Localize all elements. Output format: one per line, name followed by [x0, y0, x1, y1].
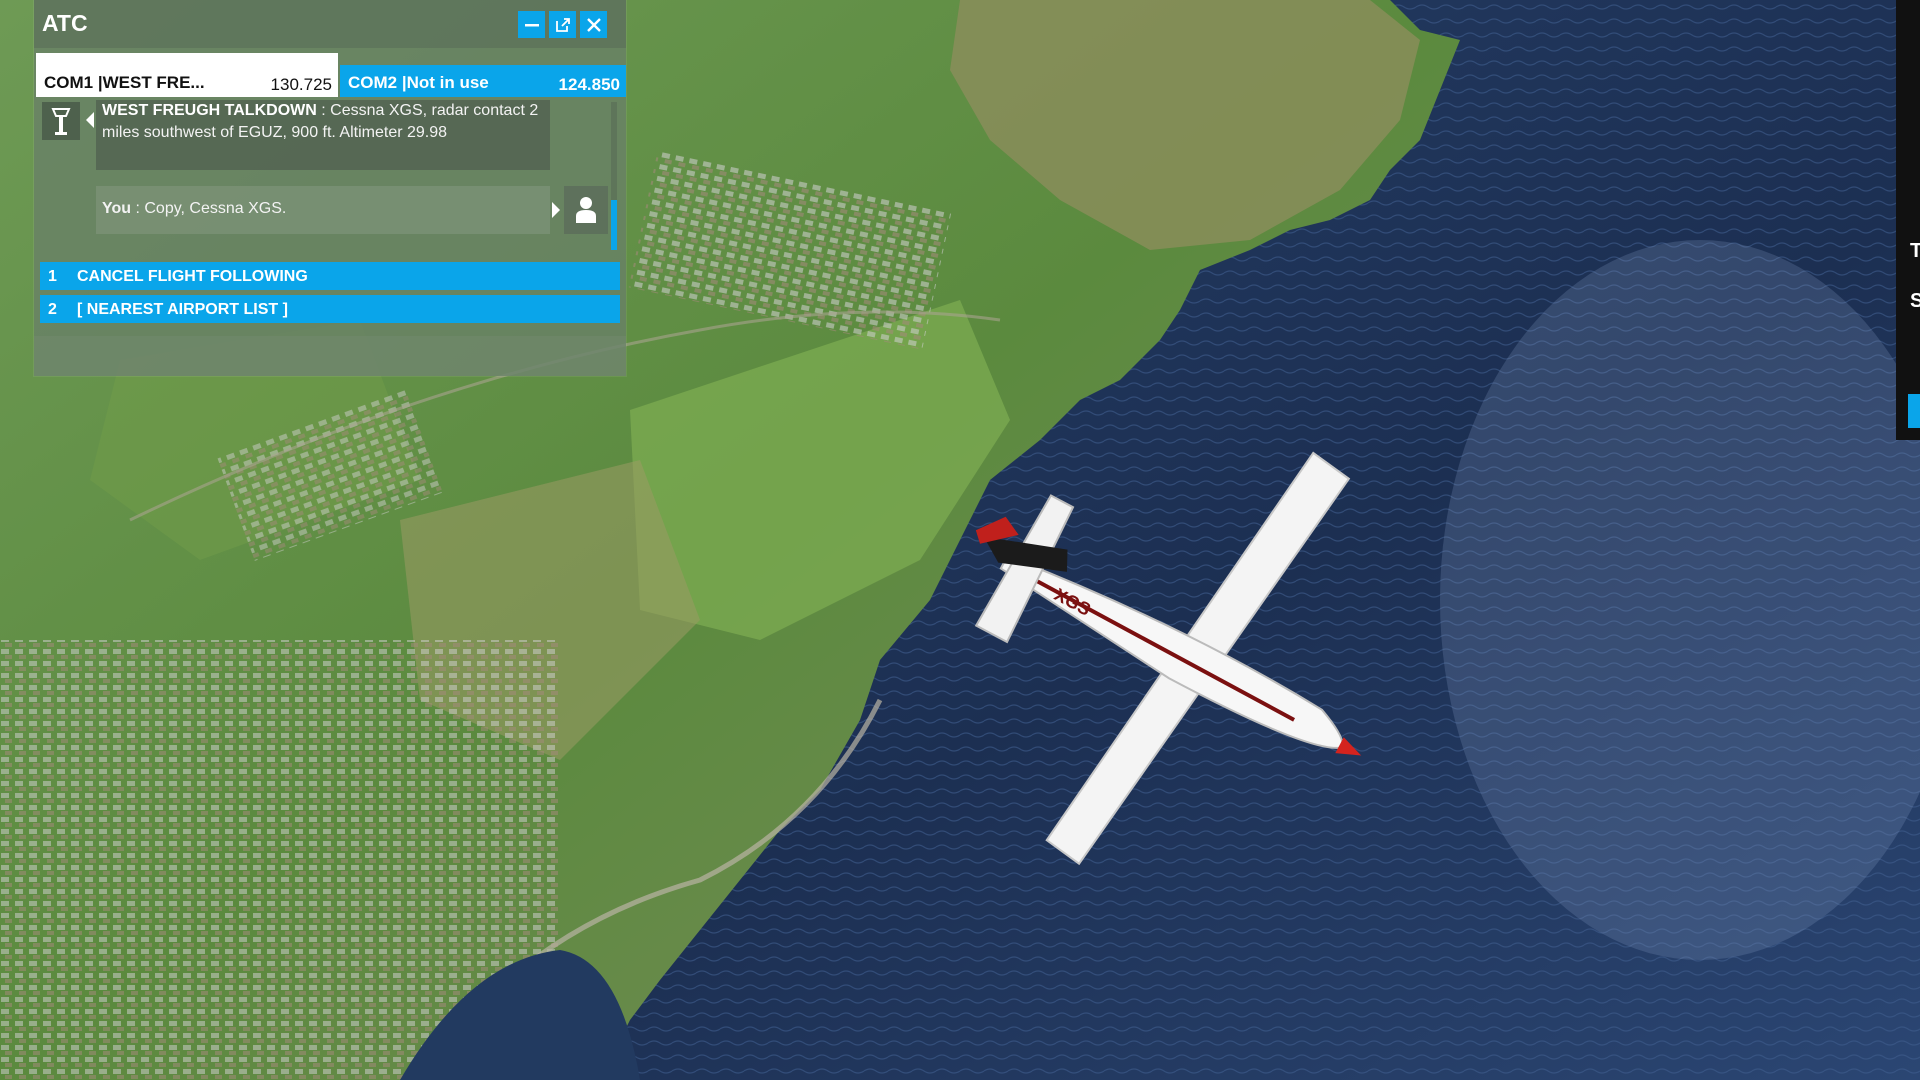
minimize-button[interactable] [518, 11, 545, 38]
tab-com2-frequency: 124.850 [558, 75, 620, 94]
atc-title: ATC [42, 10, 88, 36]
tab-com1[interactable]: COM1 |WEST FRE... 130.725 [36, 53, 338, 97]
atc-panel-footer [34, 336, 626, 376]
tab-com2[interactable]: COM2 |Not in use 124.850 [340, 65, 626, 97]
pilot-avatar [564, 186, 608, 234]
tab-com1-frequency: 130.725 [270, 75, 332, 94]
atc-bubble-caret [86, 112, 94, 128]
close-button[interactable] [580, 11, 607, 38]
atc-message: WEST FREUGH TALKDOWN : Cessna XGS, radar… [96, 100, 550, 170]
atc-panel: ATC COM1 |WEST FRE... 130.725 COM2 |Not … [34, 0, 626, 376]
option-label: [ NEAREST AIRPORT LIST ] [77, 301, 288, 318]
side-panel-button[interactable] [1908, 394, 1920, 428]
option-cancel-flight-following[interactable]: 1 CANCEL FLIGHT FOLLOWING [40, 262, 620, 290]
pilot-message: You : Copy, Cessna XGS. [96, 186, 550, 234]
pilot-message-speaker: You [102, 200, 132, 217]
atc-titlebar[interactable]: ATC [34, 0, 626, 48]
side-panel-letter: T [1910, 240, 1920, 262]
side-panel-letter: S [1910, 290, 1920, 312]
option-nearest-airport-list[interactable]: 2 [ NEAREST AIRPORT LIST ] [40, 295, 620, 323]
atc-tower-avatar [42, 102, 80, 140]
option-number: 2 [48, 301, 57, 318]
option-label: CANCEL FLIGHT FOLLOWING [77, 268, 308, 285]
pilot-bubble-caret [552, 202, 560, 218]
tab-com1-label: COM1 |WEST FRE... [44, 73, 205, 92]
popout-button[interactable] [549, 11, 576, 38]
minimize-icon [524, 23, 539, 26]
radio-tabs: COM1 |WEST FRE... 130.725 COM2 |Not in u… [34, 53, 626, 97]
close-icon [586, 17, 601, 32]
message-log[interactable]: WEST FREUGH TALKDOWN : Cessna XGS, radar… [34, 98, 626, 254]
option-number: 1 [48, 268, 57, 285]
message-scrollbar-thumb[interactable] [611, 200, 617, 250]
control-tower-icon [51, 108, 71, 135]
pilot-message-text: : Copy, Cessna XGS. [131, 200, 287, 217]
user-icon [576, 197, 596, 223]
atc-options: 1 CANCEL FLIGHT FOLLOWING 2 [ NEAREST AI… [40, 262, 620, 328]
side-panel-edge: T S [1896, 0, 1920, 440]
tab-com2-label: COM2 |Not in use [348, 73, 489, 92]
atc-message-speaker: WEST FREUGH TALKDOWN [102, 102, 317, 119]
popout-icon [555, 17, 570, 32]
